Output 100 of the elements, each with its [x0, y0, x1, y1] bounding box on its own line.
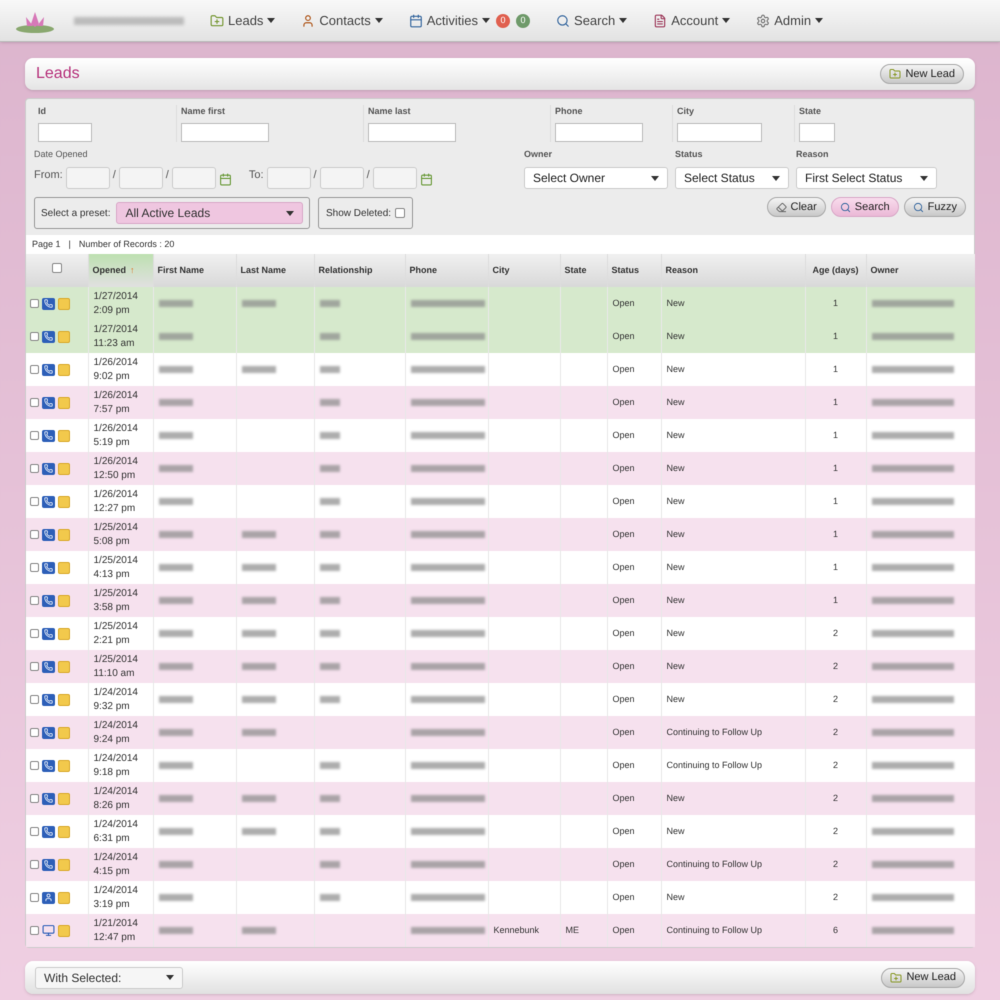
- filter-input-field[interactable]: [677, 122, 762, 142]
- table-row[interactable]: 1/26/2014 5:19 pm Open New 1: [26, 419, 975, 452]
- row-checkbox[interactable]: [30, 629, 39, 638]
- sticky-note-icon[interactable]: [58, 892, 70, 904]
- date-input-field[interactable]: [266, 167, 311, 189]
- table-row[interactable]: 1/24/2014 9:24 pm Open Continuing to Follow Up 2: [26, 716, 975, 749]
- dropdown-select[interactable]: First Select Status: [796, 167, 937, 189]
- sticky-note-icon[interactable]: [58, 628, 70, 640]
- with-selected-dropdown[interactable]: With Selected:: [35, 966, 183, 988]
- sticky-note-icon[interactable]: [58, 364, 70, 376]
- row-checkbox[interactable]: [30, 299, 39, 308]
- dropdown-select[interactable]: Select Owner: [524, 167, 668, 189]
- sticky-note-icon[interactable]: [58, 462, 70, 474]
- sticky-note-icon[interactable]: [58, 726, 70, 738]
- row-checkbox[interactable]: [30, 827, 39, 836]
- row-checkbox[interactable]: [30, 398, 39, 407]
- sticky-note-icon[interactable]: [58, 528, 70, 540]
- date-input-field[interactable]: [372, 167, 417, 189]
- calendar-icon[interactable]: [218, 173, 232, 186]
- nav-menu-item[interactable]: Contacts: [301, 10, 383, 30]
- nav-menu-item[interactable]: Account: [653, 10, 730, 30]
- search-icon: [840, 202, 851, 212]
- preset-dropdown[interactable]: All Active Leads: [116, 202, 303, 224]
- filter-input-field[interactable]: [181, 122, 269, 142]
- filter-input-field[interactable]: [368, 122, 456, 142]
- table-row[interactable]: 1/24/2014 9:18 pm Open Continuing to Follow Up 2: [26, 749, 975, 782]
- table-row[interactable]: 1/27/2014 11:23 am Open New 1: [26, 320, 975, 353]
- row-checkbox[interactable]: [30, 761, 39, 770]
- sticky-note-icon[interactable]: [58, 298, 70, 310]
- sticky-note-icon[interactable]: [58, 826, 70, 838]
- sticky-note-icon[interactable]: [58, 924, 70, 936]
- filter-button[interactable]: Fuzzy: [904, 197, 966, 217]
- new-lead-button[interactable]: New Lead: [880, 64, 964, 84]
- row-checkbox[interactable]: [30, 695, 39, 704]
- filter-input-field[interactable]: [555, 122, 643, 142]
- sticky-note-icon[interactable]: [58, 330, 70, 342]
- table-cell-text: Open: [612, 858, 635, 869]
- table-row[interactable]: 1/21/2014 12:47 pm Kennebunk ME Open Continuing to Follow Up 6: [26, 914, 975, 947]
- row-checkbox[interactable]: [30, 860, 39, 869]
- table-row[interactable]: 1/24/2014 8:26 pm Open New 2: [26, 782, 975, 815]
- row-checkbox[interactable]: [30, 530, 39, 539]
- filter-button[interactable]: Clear: [766, 197, 826, 217]
- dropdown-select[interactable]: Select Status: [675, 167, 789, 189]
- sticky-note-icon[interactable]: [58, 760, 70, 772]
- row-checkbox[interactable]: [30, 926, 39, 935]
- table-cell-text: New: [666, 792, 685, 803]
- table-row[interactable]: 1/25/2014 3:58 pm Open New 1: [26, 584, 975, 617]
- new-lead-button[interactable]: New Lead: [881, 968, 965, 988]
- sticky-note-icon[interactable]: [58, 594, 70, 606]
- calendar-icon[interactable]: [420, 173, 433, 186]
- sticky-note-icon[interactable]: [58, 694, 70, 706]
- table-row[interactable]: 1/25/2014 2:21 pm Open New 2: [26, 617, 975, 650]
- row-checkbox[interactable]: [30, 794, 39, 803]
- date-input-field[interactable]: [66, 167, 110, 189]
- folder-icon: [210, 14, 224, 28]
- sticky-note-icon[interactable]: [58, 562, 70, 574]
- select-all-checkbox[interactable]: [52, 263, 62, 274]
- sticky-note-icon[interactable]: [58, 430, 70, 442]
- row-checkbox[interactable]: [30, 332, 39, 341]
- nav-menu-item[interactable]: Search: [556, 10, 628, 30]
- table-row[interactable]: 1/26/2014 9:02 pm Open New 1: [26, 353, 975, 386]
- row-checkbox[interactable]: [30, 464, 39, 473]
- sticky-note-icon[interactable]: [58, 792, 70, 804]
- date-input-field[interactable]: [172, 167, 216, 189]
- row-checkbox[interactable]: [30, 728, 39, 737]
- show-deleted-checkbox[interactable]: [395, 208, 406, 218]
- row-checkbox[interactable]: [30, 662, 39, 671]
- count-badge: 0: [496, 14, 510, 28]
- row-checkbox[interactable]: [30, 596, 39, 605]
- table-row[interactable]: 1/26/2014 7:57 pm Open New 1: [26, 386, 975, 419]
- row-checkbox[interactable]: [30, 563, 39, 572]
- sticky-note-icon[interactable]: [58, 496, 70, 508]
- nav-menu-item[interactable]: Admin: [756, 10, 824, 30]
- table-row[interactable]: 1/24/2014 4:15 pm Open Continuing to Follow Up 2: [26, 848, 975, 881]
- filter-input-field[interactable]: [38, 122, 92, 142]
- table-row[interactable]: 1/27/2014 2:09 pm Open New 1: [26, 287, 975, 320]
- row-checkbox[interactable]: [30, 431, 39, 440]
- nav-menu-item[interactable]: Activities: [408, 10, 490, 30]
- filter-input-field[interactable]: [799, 122, 835, 142]
- table-row[interactable]: 1/24/2014 9:32 pm Open New 2: [26, 683, 975, 716]
- table-row[interactable]: 1/24/2014 6:31 pm Open New 2: [26, 815, 975, 848]
- blurred-text: [242, 927, 276, 934]
- date-input-field[interactable]: [320, 167, 364, 189]
- table-row[interactable]: 1/25/2014 4:13 pm Open New 1: [26, 551, 975, 584]
- row-checkbox[interactable]: [30, 365, 39, 374]
- column-header[interactable]: Opened ↑: [88, 254, 153, 287]
- filter-button[interactable]: Search: [830, 197, 899, 217]
- row-checkbox[interactable]: [30, 497, 39, 506]
- sticky-note-icon[interactable]: [58, 858, 70, 870]
- row-checkbox[interactable]: [30, 893, 39, 902]
- table-row[interactable]: 1/24/2014 3:19 pm Open New 2: [26, 881, 975, 914]
- table-row[interactable]: 1/25/2014 5:08 pm Open New 1: [26, 518, 975, 551]
- table-row[interactable]: 1/25/2014 11:10 am Open New 2: [26, 650, 975, 683]
- sticky-note-icon[interactable]: [58, 660, 70, 672]
- table-row[interactable]: 1/26/2014 12:27 pm Open New 1: [26, 485, 975, 518]
- date-input-field[interactable]: [118, 167, 163, 189]
- sticky-note-icon[interactable]: [58, 396, 70, 408]
- table-row[interactable]: 1/26/2014 12:50 pm Open New 1: [26, 452, 975, 485]
- nav-menu-item[interactable]: Leads: [210, 10, 276, 30]
- phone-icon: [42, 826, 55, 838]
